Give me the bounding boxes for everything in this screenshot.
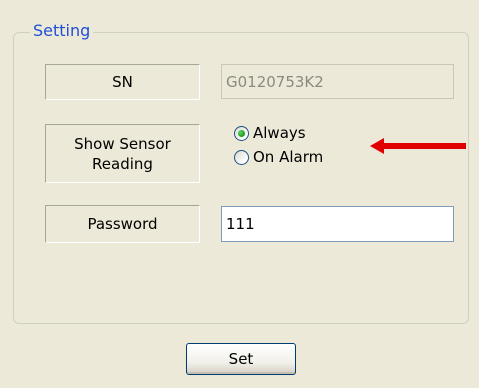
- radio-always-label[interactable]: Always: [253, 123, 306, 143]
- radio-dot-icon: [238, 129, 245, 137]
- set-button-label: Set: [228, 350, 254, 368]
- show-label-line1: Show Sensor: [74, 134, 171, 153]
- password-label: Password: [45, 205, 200, 243]
- show-sensor-reading-label: Show Sensor Reading: [45, 124, 200, 183]
- radio-button-selected-icon[interactable]: [234, 125, 249, 141]
- radio-on-alarm[interactable]: On Alarm: [234, 147, 323, 167]
- show-label-line2: Reading: [92, 154, 153, 173]
- radio-always[interactable]: Always: [234, 123, 306, 143]
- red-arrow-left-icon: [370, 138, 466, 154]
- sn-label-text: SN: [112, 73, 133, 91]
- set-button[interactable]: Set: [186, 343, 296, 375]
- sn-field[interactable]: [221, 64, 454, 99]
- password-label-text: Password: [87, 215, 158, 233]
- sn-label: SN: [45, 64, 200, 100]
- radio-button-icon[interactable]: [234, 149, 249, 165]
- password-field[interactable]: [221, 206, 454, 242]
- radio-on-alarm-label[interactable]: On Alarm: [253, 147, 323, 167]
- groupbox-title: Setting: [30, 20, 94, 42]
